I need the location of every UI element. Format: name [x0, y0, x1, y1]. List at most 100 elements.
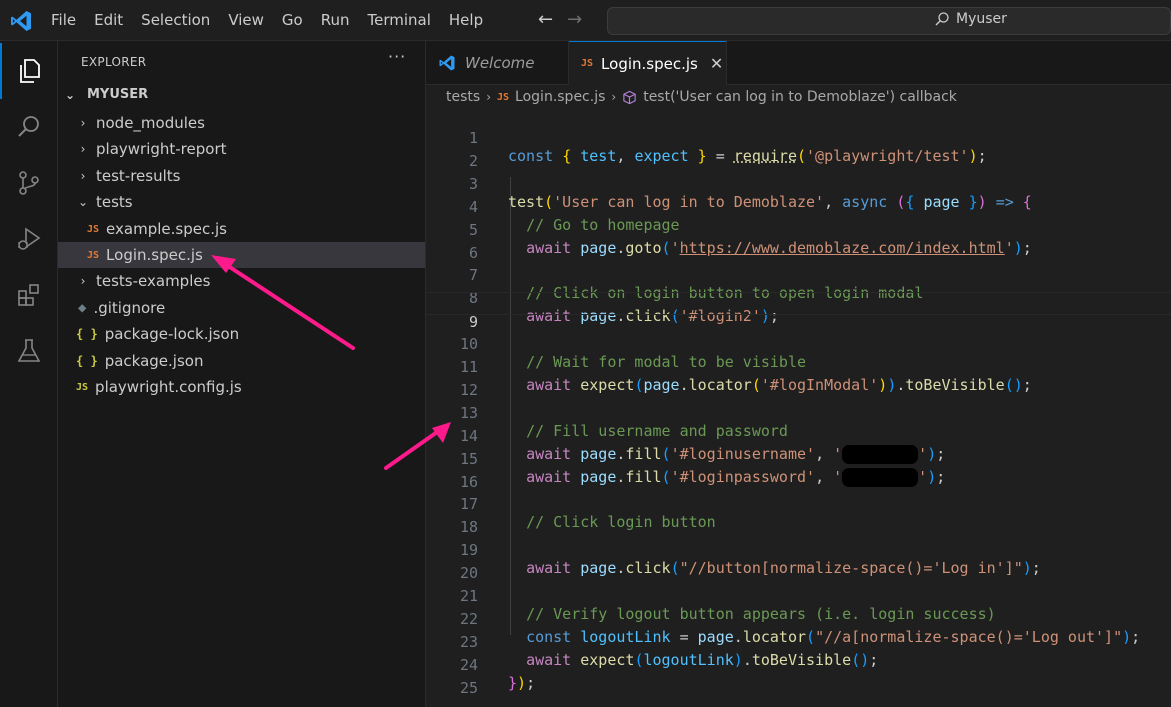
code-line[interactable]: 7 // Click on login button to open login… — [426, 246, 1171, 302]
code-line[interactable]: 25 — [426, 659, 1171, 697]
breadcrumb-symbol[interactable]: test('User can log in to Demoblaze') cal… — [643, 89, 957, 105]
code-line[interactable]: 22 const logoutLink = page.locator("//a[… — [426, 590, 1171, 646]
menu-go[interactable]: Go — [273, 0, 312, 41]
chevron-right-icon: › — [486, 90, 491, 104]
testing-activity[interactable] — [0, 323, 58, 379]
tree-item-playwright-report[interactable]: › playwright-report — [58, 136, 425, 162]
tree-item-gitignore[interactable]: ◆ .gitignore — [58, 295, 425, 321]
tab-welcome[interactable]: Welcome — [426, 41, 569, 85]
source-control-icon — [19, 171, 39, 195]
code-line[interactable]: 19 await page.click("//button[normalize-… — [426, 521, 1171, 577]
menu-terminal[interactable]: Terminal — [359, 0, 440, 41]
tree-item-tests[interactable]: ⌄ tests — [58, 189, 425, 215]
code-line[interactable]: 8 await page.click('#login2'); — [426, 269, 1171, 325]
title-bar: File Edit Selection View Go Run Terminal… — [0, 0, 1171, 41]
vscode-logo-icon — [439, 55, 455, 71]
forward-arrow-icon[interactable]: → — [567, 8, 582, 32]
vscode-logo-icon[interactable] — [9, 9, 33, 33]
code-line[interactable]: 23 await expect(logoutLink).toBeVisible(… — [426, 613, 1171, 669]
code-line[interactable]: 16 — [426, 453, 1171, 491]
tree-item-playwright-config[interactable]: JS playwright.config.js — [58, 374, 425, 400]
tree-item-example-spec[interactable]: JS example.spec.js — [58, 216, 425, 242]
tree-item-label: .gitignore — [93, 299, 166, 317]
search-icon — [935, 12, 949, 26]
code-line[interactable]: 14 await page.fill('#loginusername', ' ')… — [426, 407, 1171, 464]
chevron-right-icon: › — [611, 90, 617, 104]
code-line[interactable]: 10 // Wait for modal to be visible — [426, 315, 1171, 371]
code-line[interactable]: 20 — [426, 544, 1171, 582]
tree-item-label: playwright.config.js — [95, 378, 242, 396]
files-icon — [20, 59, 40, 83]
navigation-arrows: ← → — [538, 8, 582, 32]
code-line-current[interactable]: 9 — [426, 292, 1171, 331]
git-file-icon: ◆ — [78, 300, 87, 316]
breadcrumb-folder[interactable]: tests — [446, 89, 480, 105]
tree-item-test-results[interactable]: › test-results — [58, 163, 425, 189]
tree-item-label: playwright-report — [96, 140, 227, 158]
more-actions-icon[interactable]: ··· — [388, 47, 406, 66]
tree-item-login-spec[interactable]: JS Login.spec.js — [58, 242, 425, 268]
method-cube-icon — [623, 90, 636, 104]
tree-item-node-modules[interactable]: › node_modules — [58, 110, 425, 136]
extensions-activity[interactable] — [0, 267, 58, 323]
editor-tabs: Welcome JS Login.spec.js ✕ — [426, 41, 1171, 85]
code-line[interactable]: 5 await page.goto('https://www.demoblaze… — [426, 201, 1171, 257]
menu-help[interactable]: Help — [440, 0, 492, 41]
javascript-file-icon: JS — [87, 249, 100, 261]
tree-item-tests-examples[interactable]: › tests-examples — [58, 268, 425, 294]
code-line[interactable]: 6 — [426, 224, 1171, 262]
breadcrumb: tests › JS Login.spec.js › test('User ca… — [446, 86, 957, 108]
menu-file[interactable]: File — [42, 0, 85, 41]
javascript-file-icon: JS — [497, 91, 510, 103]
tree-item-label: test-results — [96, 167, 181, 185]
menu-selection[interactable]: Selection — [132, 0, 219, 41]
run-debug-icon — [18, 227, 41, 250]
tree-item-label: node_modules — [96, 114, 205, 132]
tree-item-label: example.spec.js — [106, 220, 227, 238]
command-center-search[interactable]: Myuser — [607, 7, 1171, 35]
chevron-down-icon: ⌄ — [64, 87, 76, 102]
javascript-file-icon: JS — [76, 381, 89, 393]
tab-login-spec[interactable]: JS Login.spec.js ✕ — [569, 41, 727, 85]
menu-bar: File Edit Selection View Go Run Terminal… — [42, 0, 492, 41]
chevron-right-icon: › — [80, 142, 86, 156]
chevron-down-icon: ⌄ — [77, 195, 89, 209]
code-line[interactable]: 21 // Verify logout button appears (i.e.… — [426, 567, 1171, 623]
tree-item-package-lock[interactable]: { } package-lock.json — [58, 321, 425, 347]
search-icon — [18, 116, 39, 137]
code-line[interactable]: 12 — [426, 361, 1171, 399]
extensions-icon — [18, 284, 39, 306]
code-line[interactable]: 3 test('User can log in to Demoblaze', a… — [426, 155, 1171, 211]
breadcrumb-file[interactable]: Login.spec.js — [515, 89, 605, 105]
menu-edit[interactable]: Edit — [85, 0, 132, 41]
explorer-activity[interactable] — [0, 43, 58, 99]
javascript-file-icon: JS — [87, 223, 100, 235]
explorer-title: EXPLORER — [81, 55, 147, 69]
search-text: Myuser — [956, 11, 1007, 27]
code-line[interactable]: 13 // Fill username and password — [426, 384, 1171, 440]
flask-icon — [17, 339, 41, 362]
code-editor[interactable]: 1 const { test, expect } = require('@pla… — [426, 108, 1171, 707]
back-arrow-icon[interactable]: ← — [538, 8, 553, 32]
tab-label: Login.spec.js — [601, 54, 698, 73]
code-line[interactable]: 24 }); — [426, 636, 1171, 692]
explorer-sidebar: EXPLORER ··· ⌄ MYUSER › node_modules › p… — [58, 41, 426, 707]
code-line[interactable]: 15 await page.fill('#loginpassword', ' ')… — [426, 430, 1171, 487]
tree-item-label: Login.spec.js — [106, 246, 203, 264]
code-line[interactable]: 18 — [426, 498, 1171, 536]
run-debug-activity[interactable] — [0, 211, 58, 267]
workspace-root[interactable]: ⌄ MYUSER — [63, 87, 148, 102]
tree-item-label: package.json — [104, 352, 204, 370]
code-line[interactable]: 11 await expect(page.locator('#logInModa… — [426, 338, 1171, 394]
search-activity[interactable] — [0, 99, 58, 155]
code-line[interactable]: 17 // Click login button — [426, 475, 1171, 531]
source-control-activity[interactable] — [0, 155, 58, 211]
menu-view[interactable]: View — [219, 0, 273, 41]
code-line[interactable]: 2 — [426, 132, 1171, 170]
close-icon[interactable]: ✕ — [710, 54, 723, 73]
code-line[interactable]: 1 const { test, expect } = require('@pla… — [426, 109, 1171, 165]
code-line[interactable]: 4 // Go to homepage — [426, 178, 1171, 234]
tree-item-package-json[interactable]: { } package.json — [58, 348, 425, 374]
tree-item-label: package-lock.json — [104, 325, 240, 343]
menu-run[interactable]: Run — [312, 0, 359, 41]
